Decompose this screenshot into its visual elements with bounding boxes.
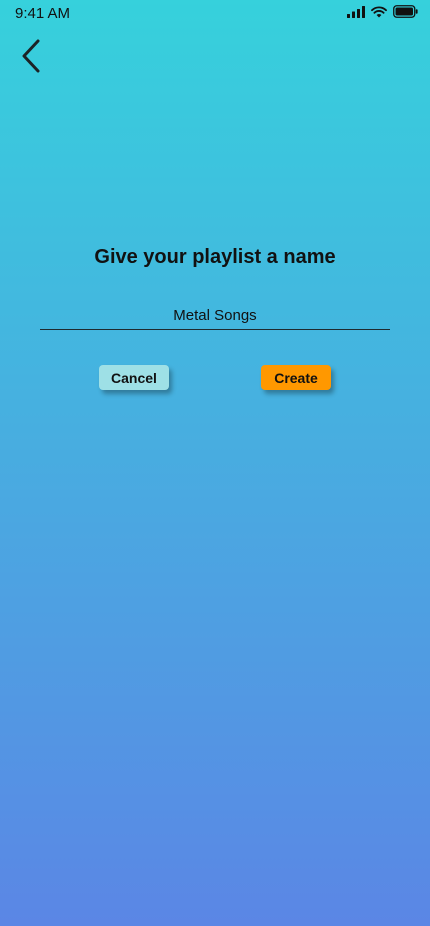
status-time: 9:41 AM bbox=[15, 5, 71, 22]
cancel-button[interactable]: Cancel bbox=[99, 365, 169, 390]
create-button[interactable]: Create bbox=[261, 365, 331, 390]
signal-icon bbox=[347, 5, 365, 23]
battery-icon bbox=[393, 5, 418, 23]
status-icons bbox=[347, 5, 418, 23]
create-playlist-screen: 9:41 AM Give your playlist a name Metal … bbox=[0, 0, 430, 926]
wifi-icon bbox=[371, 5, 387, 23]
chevron-left-icon bbox=[20, 38, 42, 79]
back-button[interactable] bbox=[14, 38, 48, 78]
dialog-title: Give your playlist a name bbox=[94, 246, 336, 268]
playlist-name-input[interactable] bbox=[40, 302, 390, 330]
status-bar: 9:41 AM bbox=[0, 0, 430, 26]
